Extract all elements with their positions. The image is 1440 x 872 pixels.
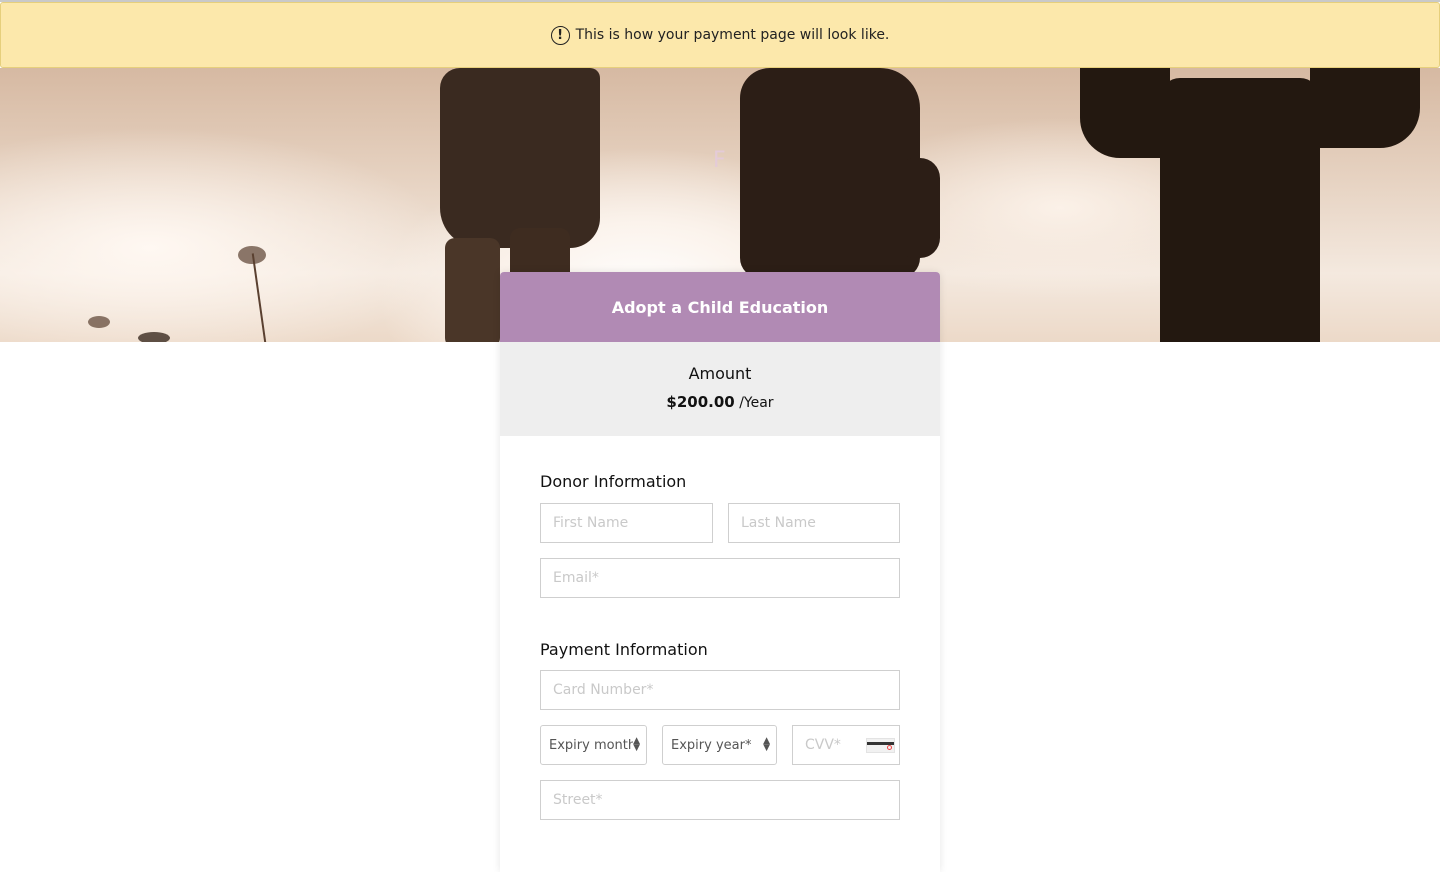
donor-section: Donor Information xyxy=(500,436,940,598)
amount-value: $200.00 xyxy=(666,393,735,411)
email-input[interactable] xyxy=(540,558,900,598)
silhouette-leg-left xyxy=(445,238,500,342)
amount-box: Amount $200.00 /Year xyxy=(500,342,940,436)
expiry-year-value: Expiry year* xyxy=(671,737,752,753)
expiry-year-select[interactable]: Expiry year* ▲ ▼ xyxy=(662,725,777,765)
silhouette-arm-right-r xyxy=(1310,68,1420,148)
campaign-title: Adopt a Child Education xyxy=(611,297,829,317)
amount-label: Amount xyxy=(688,364,752,383)
expiry-month-value: Expiry month xyxy=(549,737,634,753)
silhouette-child-right xyxy=(1160,78,1320,342)
payment-card: Adopt a Child Education Amount $200.00 /… xyxy=(500,272,940,872)
card-number-input[interactable] xyxy=(540,670,900,710)
expiry-month-select[interactable]: Expiry month ▲ ▼ xyxy=(540,725,647,765)
campaign-title-header: Adopt a Child Education xyxy=(500,272,940,342)
plant-stem xyxy=(251,253,267,342)
payment-section: Payment Information Expiry month ▲▼ Expi… xyxy=(500,598,940,820)
plant-flower-2 xyxy=(88,316,110,328)
amount-period: /Year xyxy=(739,395,774,411)
banner-overlay-letter: F xyxy=(713,148,726,173)
last-name-input[interactable] xyxy=(728,503,900,543)
payment-section-title: Payment Information xyxy=(540,640,708,659)
cvv-placeholder: CVV* xyxy=(805,737,841,753)
preview-notice-bar: ! This is how your payment page will loo… xyxy=(0,2,1440,68)
window-top-border xyxy=(0,0,1440,2)
select-arrows-icon: ▲ ▼ xyxy=(763,736,770,753)
silhouette-arm-middle xyxy=(895,158,940,258)
donor-section-title: Donor Information xyxy=(540,472,687,491)
silhouette-child-middle xyxy=(740,68,920,278)
cvv-field[interactable]: CVV* xyxy=(792,725,900,765)
exclamation-circle-icon: ! xyxy=(550,25,570,45)
select-arrows-icon: ▲ ▼ xyxy=(633,736,640,753)
plant-flower-3 xyxy=(138,332,170,342)
first-name-input[interactable] xyxy=(540,503,713,543)
silhouette-child-left xyxy=(440,68,600,248)
preview-notice-text: This is how your payment page will look … xyxy=(575,27,890,43)
plant-flower xyxy=(238,246,266,264)
card-cvv-icon xyxy=(866,737,895,753)
silhouette-arm-right-l xyxy=(1080,68,1170,158)
street-input[interactable] xyxy=(540,780,900,820)
amount-value-line: $200.00 /Year xyxy=(500,393,940,411)
